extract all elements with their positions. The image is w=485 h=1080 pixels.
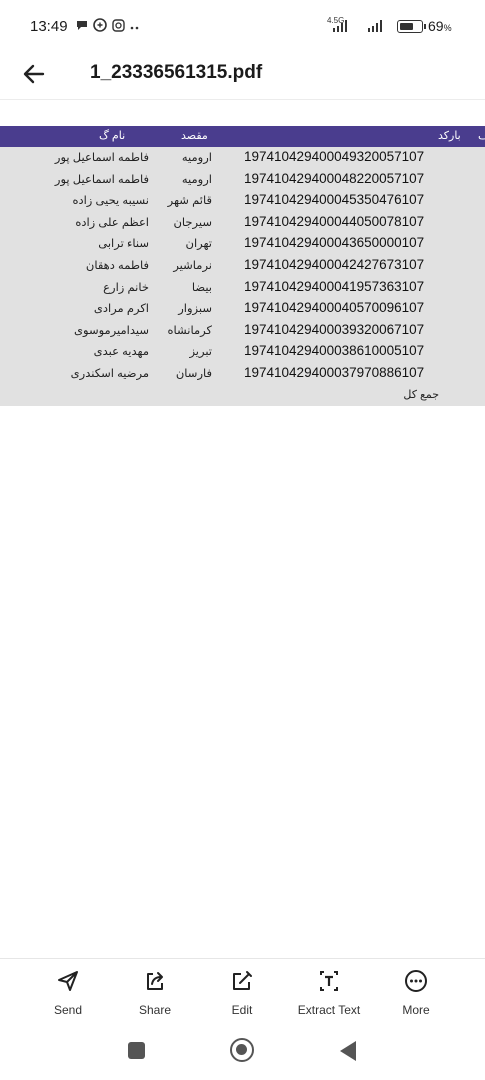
recipient-name: فاطمه دهقان bbox=[85, 259, 149, 272]
battery-icon bbox=[397, 20, 426, 33]
total-label: جمع کل bbox=[403, 389, 439, 401]
share-button[interactable]: Share bbox=[115, 969, 195, 1017]
share-icon bbox=[147, 972, 163, 990]
more-label: More bbox=[402, 1003, 430, 1017]
app-bar: 1_23336561315.pdf bbox=[0, 52, 485, 100]
table-body: فاطمه اسماعیل پور ارومیه 19741042940004932… bbox=[0, 147, 485, 385]
battery-percent: 69% bbox=[428, 18, 452, 34]
edit-icon bbox=[233, 971, 252, 990]
table-row: سناء ترابی تهران 197410429400043650000107 bbox=[0, 233, 485, 255]
header-barcode: بارکد bbox=[438, 130, 461, 142]
barcode-number: 197410429400049320057107 bbox=[244, 149, 425, 164]
instagram-icon bbox=[112, 18, 125, 36]
destination-city: تهران bbox=[185, 238, 213, 251]
destination-city: ارومیه bbox=[181, 152, 212, 164]
home-button[interactable] bbox=[230, 1038, 254, 1062]
destination-city: نرماشیر bbox=[173, 259, 212, 272]
battery-fill bbox=[400, 23, 413, 30]
barcode-number: 197410429400042427673107 bbox=[244, 256, 425, 272]
barcode-number: 197410429400045350476107 bbox=[244, 192, 425, 208]
table-row: خانم زارع بیضا 197410429400041957363107 bbox=[0, 277, 485, 299]
edit-button[interactable]: Edit bbox=[202, 969, 282, 1017]
barcode-number: 197410429400040570096107 bbox=[244, 300, 425, 316]
recents-button[interactable] bbox=[128, 1042, 145, 1059]
header-first-col: ف bbox=[478, 130, 485, 142]
barcode-number: 197410429400041957363107 bbox=[244, 278, 425, 294]
recipient-name: فاطمه اسماعیل پور bbox=[54, 173, 149, 186]
barcode-number: 197410429400043650000107 bbox=[244, 235, 425, 251]
recipient-name: سیدامیرموسوی bbox=[74, 324, 149, 337]
table-row: مهدیه عبدی تبریز 197410429400038610005107 bbox=[0, 341, 485, 363]
extract-text-button[interactable]: Extract Text bbox=[289, 969, 369, 1017]
extract-text-icon bbox=[320, 971, 338, 991]
status-bar: 13:49 4.5G 69% bbox=[0, 0, 485, 52]
signal-2-icon bbox=[368, 20, 382, 32]
table-row: فاطمه اسماعیل پور ارومیه 19741042940004822… bbox=[0, 169, 485, 191]
chat-bubble-icon bbox=[76, 19, 88, 35]
barcode-number: 197410429400037970886107 bbox=[244, 364, 425, 380]
destination-city: فارسان bbox=[175, 367, 212, 380]
extract-text-label: Extract Text bbox=[297, 1003, 361, 1017]
more-dots-icon bbox=[130, 19, 140, 35]
more-button[interactable]: More bbox=[376, 969, 456, 1017]
table-header: بارکد ف مقصد نام گ bbox=[0, 126, 485, 147]
recipient-name: سناء ترابی bbox=[98, 238, 149, 251]
bottom-toolbar: Send Share Edit Extract Text More bbox=[0, 958, 485, 1024]
send-button[interactable]: Send bbox=[28, 969, 108, 1017]
edit-label: Edit bbox=[231, 1003, 253, 1017]
destination-city: سبزوار bbox=[178, 303, 212, 316]
destination-city: ارومیه bbox=[181, 173, 212, 186]
app-logo-icon bbox=[93, 18, 107, 36]
recipient-name: فاطمه اسماعیل پور bbox=[54, 152, 149, 164]
barcode-number: 197410429400044050078107 bbox=[244, 213, 425, 229]
system-nav-bar bbox=[0, 1024, 485, 1080]
table-row: اکرم مرادی سبزوار 197410429400040570096107 bbox=[0, 298, 485, 320]
table-row: نسیبه یحیی زاده قائم شهر 19741042940004535… bbox=[0, 190, 485, 212]
notification-icons bbox=[76, 18, 140, 36]
header-destination: مقصد bbox=[181, 130, 208, 142]
destination-city: قائم شهر bbox=[167, 195, 212, 208]
recipient-name: اکرم مرادی bbox=[93, 303, 149, 316]
header-name: نام گ bbox=[99, 130, 126, 142]
recipient-name: نسیبه یحیی زاده bbox=[72, 195, 149, 208]
file-title: 1_23336561315.pdf bbox=[90, 62, 263, 83]
back-arrow-icon bbox=[23, 64, 45, 84]
barcode-number: 197410429400038610005107 bbox=[244, 343, 425, 359]
signal-1-icon bbox=[333, 20, 347, 32]
barcode-number: 197410429400039320067107 bbox=[244, 321, 425, 337]
table-row: اعظم علی زاده سیرجان 197410429400044050078… bbox=[0, 212, 485, 234]
destination-city: تبریز bbox=[189, 346, 212, 359]
send-icon bbox=[58, 971, 78, 991]
share-label: Share bbox=[138, 1003, 172, 1017]
recipient-name: اعظم علی زاده bbox=[75, 216, 149, 229]
destination-city: سیرجان bbox=[173, 216, 212, 229]
recipient-name: مرضیه اسکندری bbox=[70, 367, 149, 380]
destination-city: کرمانشاه bbox=[167, 324, 212, 337]
table-row: فاطمه دهقان نرماشیر 1974104294000424276731… bbox=[0, 255, 485, 277]
pdf-page[interactable]: بارکد ف مقصد نام گ فاطمه اسماعیل پور اروم… bbox=[0, 126, 485, 406]
more-icon bbox=[405, 970, 427, 992]
send-label: Send bbox=[53, 1003, 83, 1017]
back-button[interactable] bbox=[18, 58, 50, 90]
recipient-name: خانم زارع bbox=[103, 281, 149, 294]
status-time: 13:49 bbox=[30, 18, 68, 35]
destination-city: بیضا bbox=[191, 281, 212, 294]
barcode-number: 197410429400048220057107 bbox=[244, 170, 425, 186]
table-row: فاطمه اسماعیل پور ارومیه 19741042940004932… bbox=[0, 147, 485, 169]
recipient-name: مهدیه عبدی bbox=[93, 346, 149, 359]
table-row: سیدامیرموسوی کرمانشاه 19741042940003932006… bbox=[0, 320, 485, 342]
table-row: مرضیه اسکندری فارسان 197410429400037970886… bbox=[0, 363, 485, 385]
system-back-button[interactable] bbox=[340, 1041, 356, 1061]
